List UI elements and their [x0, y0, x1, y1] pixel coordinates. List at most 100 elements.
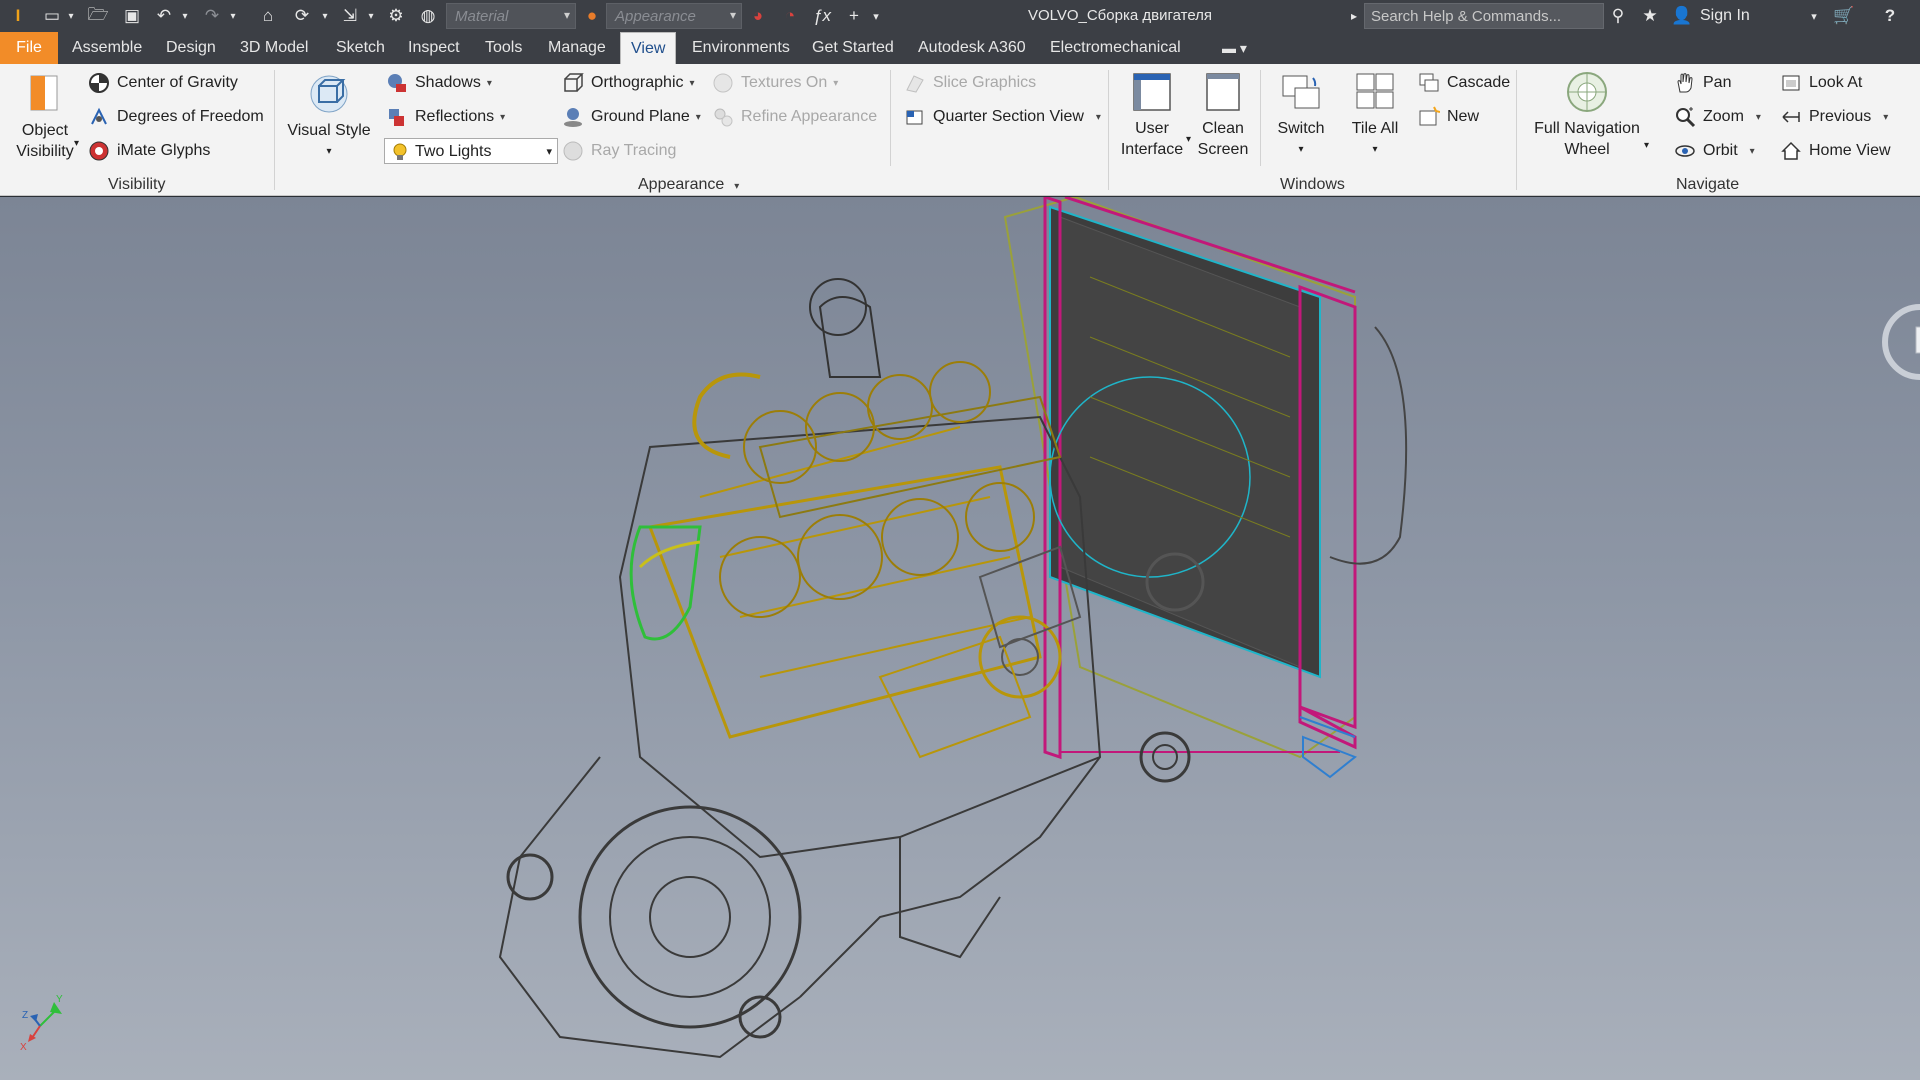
tab-inspect[interactable]: Inspect — [398, 32, 470, 64]
center-of-gravity-button[interactable]: Center of Gravity — [88, 72, 238, 94]
previous-view-button[interactable]: Previous ▾ — [1780, 106, 1888, 128]
axis-x-label: X — [20, 1042, 27, 1052]
select-dropdown-icon[interactable]: ▾ — [364, 4, 378, 28]
tab-sketch[interactable]: Sketch — [326, 32, 395, 64]
engine-assembly-model[interactable] — [0, 197, 1920, 1080]
new-dropdown-icon[interactable]: ▾ — [64, 4, 78, 28]
tab-get-started[interactable]: Get Started — [802, 32, 904, 64]
update-icon[interactable]: ⟳ — [290, 4, 314, 28]
home-icon[interactable]: ⌂ — [256, 4, 280, 28]
chevron-down-icon: ▾ — [729, 8, 736, 22]
home-view-button[interactable]: Home View — [1780, 140, 1891, 162]
user-interface-dropdown-icon[interactable]: ▾ — [1186, 134, 1191, 145]
panel-separator — [890, 70, 891, 166]
appearance-panel-label[interactable]: Appearance ▾ — [638, 176, 739, 194]
tile-all-button[interactable]: Tile All ▾ — [1340, 70, 1410, 160]
user-interface-button[interactable]: User Interface — [1114, 70, 1190, 160]
globe-icon[interactable]: ◍ — [416, 4, 440, 28]
favorites-star-icon[interactable]: ★ — [1638, 4, 1662, 28]
quarter-section-view-button[interactable]: Quarter Section View ▾ — [904, 106, 1101, 128]
graphics-viewport[interactable]: Y Z X — [0, 197, 1920, 1080]
visual-style-button[interactable]: Visual Style ▾ — [284, 72, 374, 162]
tab-assemble[interactable]: Assemble — [62, 32, 152, 64]
slice-graphics-button[interactable]: Slice Graphics — [904, 72, 1036, 94]
redo-dropdown-icon[interactable]: ▾ — [226, 4, 240, 28]
pan-button[interactable]: Pan — [1674, 72, 1731, 94]
search-binoculars-icon[interactable]: ⚲ — [1606, 4, 1630, 28]
navigation-wheel-dropdown-icon[interactable]: ▾ — [1644, 140, 1649, 151]
axis-y-label: Y — [56, 994, 63, 1005]
undo-dropdown-icon[interactable]: ▾ — [178, 4, 192, 28]
shadows-button[interactable]: Shadows ▾ — [386, 72, 492, 94]
orbit-label: Orbit — [1703, 142, 1738, 159]
tab-design[interactable]: Design — [156, 32, 226, 64]
undo-icon[interactable]: ↶ — [152, 4, 176, 28]
orbit-button[interactable]: Orbit ▾ — [1674, 140, 1755, 162]
ground-plane-button[interactable]: Ground Plane ▾ — [562, 106, 701, 128]
radiator-assembly[interactable] — [1003, 197, 1408, 779]
tab-environments[interactable]: Environments — [682, 32, 800, 64]
save-icon[interactable]: ▣ — [120, 4, 144, 28]
sign-in-dropdown-icon[interactable]: ▾ — [1806, 4, 1822, 28]
object-visibility-dropdown-icon[interactable]: ▾ — [74, 138, 79, 149]
zoom-button[interactable]: Zoom ▾ — [1674, 106, 1761, 128]
update-dropdown-icon[interactable]: ▾ — [318, 4, 332, 28]
full-navigation-wheel-button[interactable]: Full Navigation Wheel — [1522, 70, 1652, 160]
shadows-label: Shadows — [415, 74, 481, 91]
tab-tools[interactable]: Tools — [475, 32, 532, 64]
app-logo-icon[interactable]: I — [6, 4, 30, 28]
select-icon[interactable]: ⇲ — [338, 4, 362, 28]
cascade-button[interactable]: Cascade — [1418, 72, 1510, 94]
switch-window-button[interactable]: Switch ▾ — [1268, 70, 1334, 160]
measure-icon[interactable]: ⚙ — [384, 4, 408, 28]
panel-separator — [274, 70, 275, 190]
ray-tracing-label: Ray Tracing — [591, 142, 677, 159]
parameters-fx-icon[interactable]: ƒx — [810, 4, 834, 28]
clean-screen-button[interactable]: Clean Screen — [1192, 70, 1254, 160]
help-icon[interactable]: ? — [1878, 4, 1902, 28]
orthographic-button[interactable]: Orthographic ▾ — [562, 72, 695, 94]
sign-in-link[interactable]: Sign In — [1700, 7, 1750, 25]
degrees-of-freedom-button[interactable]: Degrees of Freedom — [88, 106, 264, 128]
look-at-button[interactable]: Look At — [1780, 72, 1862, 94]
chevron-down-icon: ▾ — [734, 181, 740, 192]
clear-appearance-icon[interactable]: ◔ — [778, 4, 802, 28]
navigation-wheel-icon — [1565, 70, 1609, 114]
new-file-icon[interactable]: ▭ — [40, 4, 64, 28]
tab-3d-model[interactable]: 3D Model — [230, 32, 318, 64]
cart-icon[interactable]: 🛒 — [1832, 4, 1856, 28]
tab-file[interactable]: File — [0, 32, 58, 64]
zoom-magnifier-icon — [1674, 106, 1696, 128]
imate-glyphs-button[interactable]: iMate Glyphs — [88, 140, 210, 162]
ray-tracing-button[interactable]: Ray Tracing — [562, 140, 676, 162]
tab-view[interactable]: View — [620, 32, 677, 64]
reflections-button[interactable]: Reflections ▾ — [386, 106, 505, 128]
slice-graphics-icon — [904, 72, 926, 94]
material-combo[interactable]: Material ▾ — [446, 3, 576, 29]
tab-autodesk-a360[interactable]: Autodesk A360 — [908, 32, 1036, 64]
adjust-appearance-icon[interactable]: ◕ — [746, 4, 770, 28]
zoom-label: Zoom — [1703, 108, 1744, 125]
tab-electromechanical[interactable]: Electromechanical — [1040, 32, 1191, 64]
object-visibility-button[interactable]: Object Visibility — [8, 72, 82, 162]
degrees-of-freedom-icon — [88, 106, 110, 128]
open-folder-icon[interactable]: 🗁 — [86, 4, 110, 28]
user-interface-label-line1: User — [1135, 120, 1169, 137]
refine-appearance-button[interactable]: Refine Appearance — [712, 106, 877, 128]
new-window-button[interactable]: New — [1418, 106, 1479, 128]
lighting-style-select[interactable]: Two Lights ▾ — [384, 138, 558, 164]
viewcube[interactable] — [1880, 297, 1920, 387]
add-icon[interactable]: + — [842, 4, 866, 28]
expand-arrow-icon[interactable]: ▸ — [1346, 4, 1362, 28]
redo-icon[interactable]: ↷ — [200, 4, 224, 28]
textures-on-button[interactable]: Textures On ▾ — [712, 72, 838, 94]
previous-view-label: Previous — [1809, 108, 1872, 125]
document-title: VOLVO_Сборка двигателя — [1027, 7, 1213, 24]
appearance-combo[interactable]: Appearance ▾ — [606, 3, 742, 29]
tab-manage[interactable]: Manage — [538, 32, 616, 64]
quarter-section-icon — [904, 106, 926, 128]
customize-dropdown-icon[interactable]: ▾ — [868, 4, 884, 28]
search-input[interactable]: Search Help & Commands... — [1364, 3, 1604, 29]
chevron-down-icon: ▾ — [1749, 145, 1755, 157]
ribbon-display-toggle-icon[interactable]: ▬ ▾ — [1212, 32, 1257, 64]
